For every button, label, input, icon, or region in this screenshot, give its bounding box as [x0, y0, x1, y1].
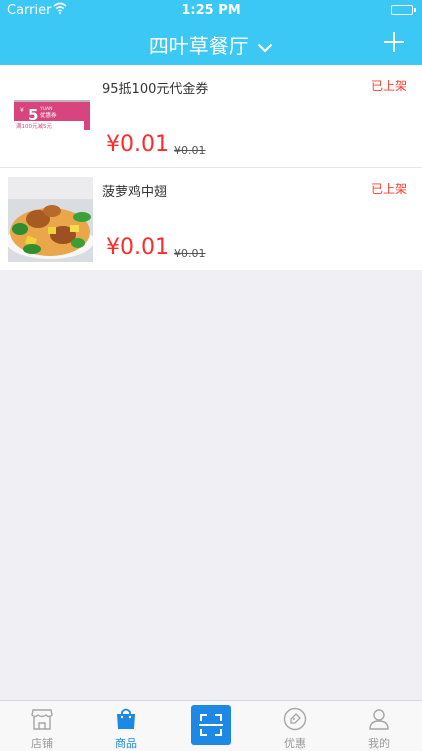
scan-icon — [191, 714, 231, 749]
status-badge: 已上架 — [370, 182, 407, 196]
original-price: ¥0.01 — [174, 247, 206, 260]
status-badge: 已上架 — [370, 79, 407, 93]
tab-products[interactable]: 商品 — [84, 701, 168, 751]
product-price: ¥0.01 — [106, 132, 169, 157]
store-selector[interactable]: 四叶草餐厅 — [0, 30, 422, 59]
user-icon — [367, 707, 391, 735]
dish-image — [8, 177, 93, 262]
coupon-amount: 5 — [28, 106, 38, 124]
tab-label: 商品 — [115, 737, 137, 750]
scan-button[interactable] — [191, 705, 231, 745]
product-name: 菠萝鸡中翅 — [102, 185, 168, 200]
nav-bar: 四叶草餐厅 — [0, 22, 422, 65]
coupon-rule: 满100元减5元 — [16, 122, 52, 130]
battery-icon — [391, 5, 416, 15]
original-price: ¥0.01 — [174, 144, 206, 157]
header: Carrier 1:25 PM 四叶草餐厅 — [0, 0, 422, 65]
tab-store[interactable]: 店铺 — [0, 701, 84, 751]
tag-icon — [283, 707, 307, 735]
tab-me[interactable]: 我的 — [337, 701, 421, 751]
coupon-symbol: ¥ — [20, 107, 24, 114]
chevron-down-icon — [257, 34, 273, 58]
store-icon — [30, 707, 54, 735]
tab-label: 优惠 — [284, 737, 306, 750]
tab-label: 店铺 — [31, 737, 53, 750]
list-item[interactable]: ¥ 5 YUAN 优惠券 满100元减5元 95抵100元代金券 已上架 ¥0.… — [0, 65, 422, 168]
tab-scan[interactable] — [169, 701, 253, 751]
add-button[interactable] — [382, 30, 406, 54]
tab-label: 我的 — [368, 737, 390, 750]
tab-discounts[interactable]: 优惠 — [253, 701, 337, 751]
coupon-image: ¥ 5 YUAN 优惠券 满100元减5元 — [8, 74, 93, 159]
tab-bar: 店铺 商品 优惠 我的 — [0, 700, 422, 751]
product-price: ¥0.01 — [106, 235, 169, 260]
list-item[interactable]: 菠萝鸡中翅 已上架 ¥0.01 ¥0.01 — [0, 168, 422, 270]
coupon-unit: YUAN — [39, 106, 53, 112]
status-bar: Carrier 1:25 PM — [0, 0, 422, 22]
coupon-type: 优惠券 — [40, 111, 57, 119]
shopping-bag-icon — [114, 707, 138, 735]
page-title: 四叶草餐厅 — [148, 34, 249, 58]
clock: 1:25 PM — [181, 3, 241, 18]
product-name: 95抵100元代金券 — [102, 82, 209, 97]
product-list: ¥ 5 YUAN 优惠券 满100元减5元 95抵100元代金券 已上架 ¥0.… — [0, 65, 422, 270]
